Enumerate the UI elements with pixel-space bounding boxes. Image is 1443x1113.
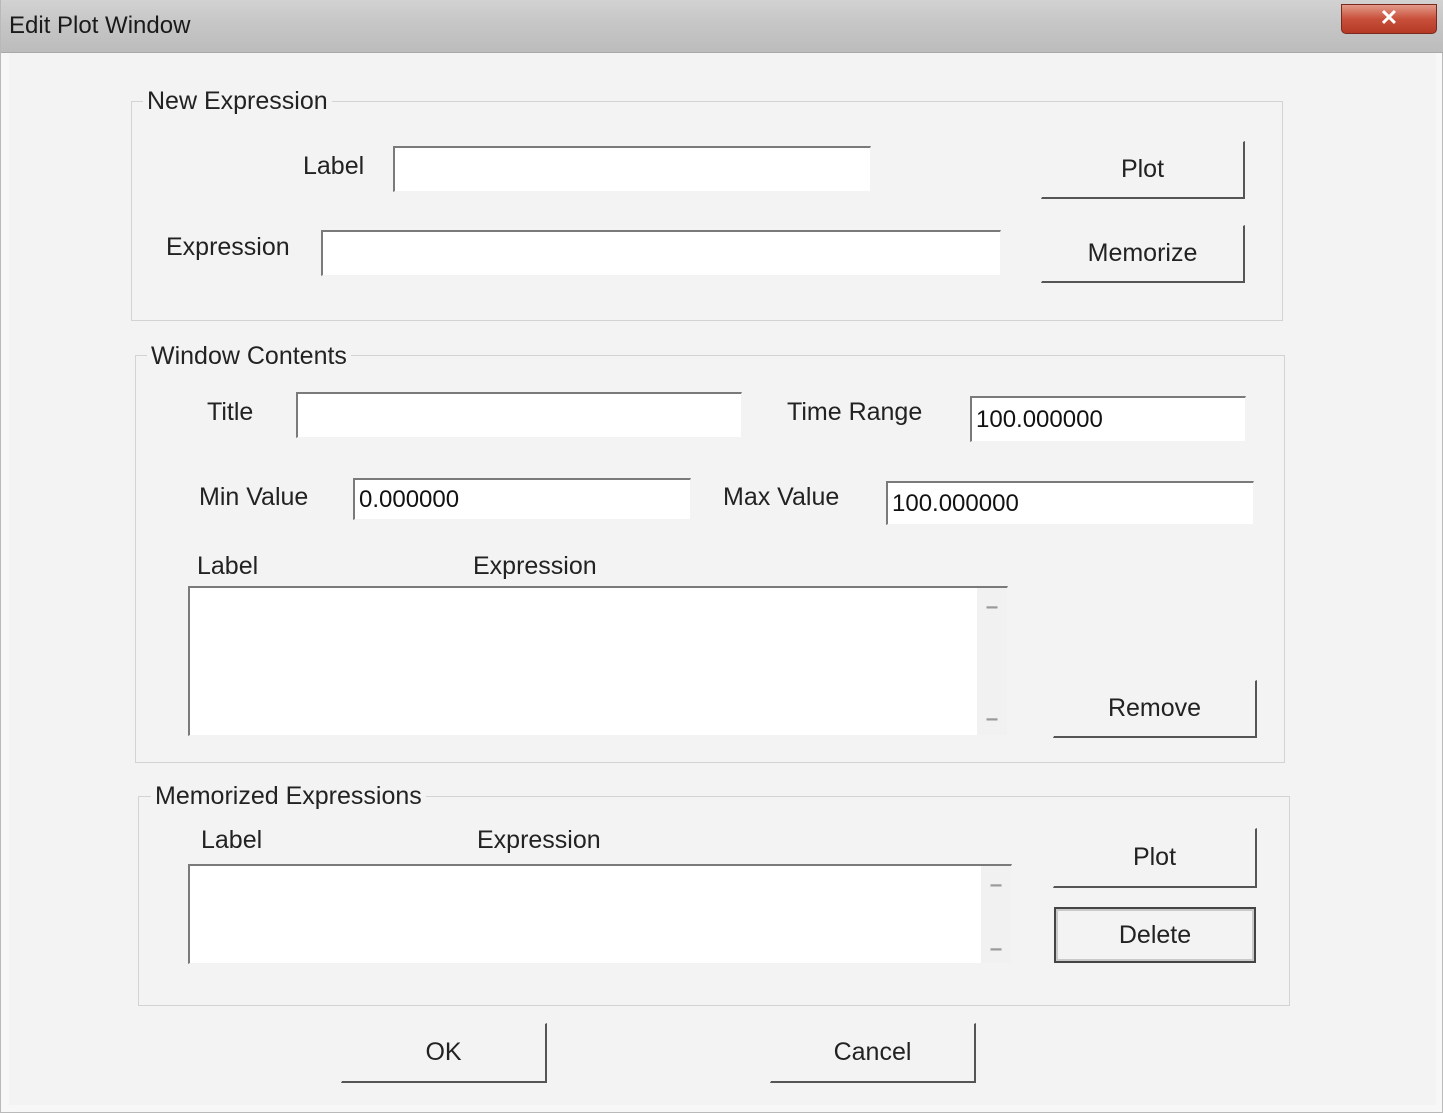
contents-label-column-header[interactable]: Label bbox=[197, 552, 258, 580]
memorize-button[interactable]: Memorize bbox=[1041, 225, 1245, 283]
new-label-caption: Label bbox=[303, 152, 365, 180]
plot-memorized-button[interactable]: Plot bbox=[1053, 828, 1257, 888]
max-value-input[interactable] bbox=[886, 481, 1254, 525]
memorized-list-scrollbar[interactable]: ▁ ▁ bbox=[981, 866, 1011, 963]
min-value-caption: Min Value bbox=[199, 483, 309, 511]
plot-new-expression-button[interactable]: Plot bbox=[1041, 141, 1245, 199]
edit-plot-window: Edit Plot Window ✕ New Expression Label … bbox=[0, 0, 1443, 1113]
memorized-label-column-header[interactable]: Label bbox=[201, 826, 262, 854]
close-button[interactable]: ✕ bbox=[1341, 4, 1437, 34]
memorized-expressions-list[interactable]: ▁ ▁ bbox=[188, 864, 1012, 964]
memorized-expression-column-header[interactable]: Expression bbox=[477, 826, 601, 854]
title-caption: Title bbox=[207, 398, 254, 426]
new-label-input[interactable] bbox=[393, 146, 871, 192]
new-expression-caption: Expression bbox=[166, 233, 290, 261]
contents-list-scrollbar[interactable]: ▁ ▁ bbox=[977, 588, 1007, 735]
window-contents-group-title: Window Contents bbox=[147, 342, 351, 370]
new-expression-input[interactable] bbox=[321, 230, 1001, 276]
scroll-up-arrow-icon[interactable]: ▁ bbox=[989, 870, 1003, 887]
scroll-up-arrow-icon[interactable]: ▁ bbox=[985, 592, 999, 609]
delete-button[interactable]: Delete bbox=[1054, 907, 1256, 963]
scroll-down-arrow-icon[interactable]: ▁ bbox=[985, 704, 999, 721]
dialog-client-area: New Expression Label Expression Plot Mem… bbox=[9, 53, 1436, 1105]
new-expression-group bbox=[131, 101, 1283, 321]
title-bar[interactable]: Edit Plot Window ✕ bbox=[1, 0, 1443, 53]
close-icon: ✕ bbox=[1379, 5, 1399, 30]
ok-button[interactable]: OK bbox=[341, 1023, 547, 1083]
time-range-input[interactable] bbox=[970, 396, 1246, 442]
time-range-caption: Time Range bbox=[787, 398, 923, 426]
remove-button[interactable]: Remove bbox=[1053, 680, 1257, 738]
cancel-button[interactable]: Cancel bbox=[770, 1023, 976, 1083]
max-value-caption: Max Value bbox=[723, 483, 840, 511]
window-contents-list[interactable]: ▁ ▁ bbox=[188, 586, 1008, 736]
title-input[interactable] bbox=[296, 392, 742, 438]
contents-expression-column-header[interactable]: Expression bbox=[473, 552, 597, 580]
new-expression-group-title: New Expression bbox=[143, 87, 332, 115]
min-value-input[interactable] bbox=[353, 478, 691, 520]
memorized-expressions-group-title: Memorized Expressions bbox=[151, 782, 426, 810]
scroll-down-arrow-icon[interactable]: ▁ bbox=[989, 934, 1003, 951]
window-title: Edit Plot Window bbox=[9, 12, 191, 39]
